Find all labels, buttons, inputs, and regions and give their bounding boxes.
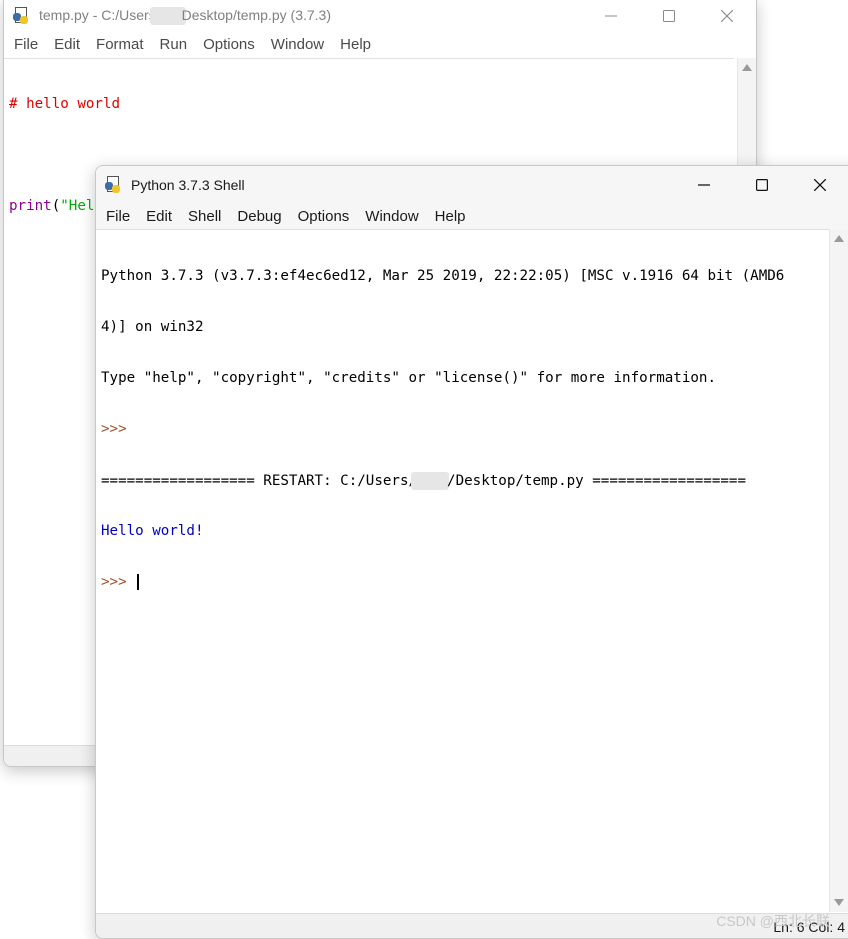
editor-menu-run[interactable]: Run: [152, 32, 196, 58]
shell-banner-line-3: Type "help", "copyright", "credits" or "…: [101, 370, 716, 386]
shell-prompt: >>>: [101, 574, 136, 590]
maximize-icon: [756, 179, 768, 191]
scroll-up-arrow-icon[interactable]: [742, 64, 752, 71]
code-comment: # hello world: [9, 96, 121, 112]
shell-text-area[interactable]: Python 3.7.3 (v3.7.3:ef4ec6ed12, Mar 25 …: [96, 229, 829, 912]
shell-menu-debug[interactable]: Debug: [229, 204, 289, 230]
editor-menu-window[interactable]: Window: [263, 32, 332, 58]
editor-close-button[interactable]: [698, 0, 756, 32]
minimize-icon: [605, 15, 617, 17]
editor-titlebar[interactable]: temp.py - C:/Users/xxxxDesktop/temp.py (…: [4, 0, 756, 32]
code-line-1: # hello world: [9, 96, 734, 113]
shell-menu-window[interactable]: Window: [357, 204, 426, 230]
shell-menu-options[interactable]: Options: [290, 204, 358, 230]
restart-prefix: ================== RESTART: C:/Users/: [101, 473, 418, 489]
scroll-up-arrow-icon[interactable]: [834, 235, 844, 242]
editor-minimize-button[interactable]: [582, 0, 640, 32]
shell-titlebar[interactable]: Python 3.7.3 Shell: [96, 166, 848, 204]
restart-suffix: /Desktop/temp.py ==================: [447, 473, 747, 489]
code-builtin-print: print: [9, 198, 52, 214]
close-icon: [721, 10, 733, 22]
shell-minimize-button[interactable]: [675, 166, 733, 204]
shell-menu-file[interactable]: File: [98, 204, 138, 230]
shell-menu-help[interactable]: Help: [427, 204, 474, 230]
shell-close-button[interactable]: [791, 166, 848, 204]
code-open-paren: (: [51, 198, 61, 214]
python-idle-icon: [13, 7, 31, 25]
shell-banner-line-1: Python 3.7.3 (v3.7.3:ef4ec6ed12, Mar 25 …: [101, 268, 785, 284]
shell-maximize-button[interactable]: [733, 166, 791, 204]
editor-menu-options[interactable]: Options: [195, 32, 263, 58]
shell-menu-edit[interactable]: Edit: [138, 204, 180, 230]
editor-menu-help[interactable]: Help: [332, 32, 379, 58]
shell-title: Python 3.7.3 Shell: [131, 177, 245, 193]
scroll-down-arrow-icon[interactable]: [834, 899, 844, 906]
editor-title-prefix: temp.py - C:/Users/: [39, 6, 160, 23]
redacted-username: xxxx: [411, 472, 450, 490]
editor-title: temp.py - C:/Users/xxxxDesktop/temp.py (…: [39, 6, 331, 26]
shell-menubar: File Edit Shell Debug Options Window Help: [96, 204, 848, 229]
shell-prompt-line-1: >>>: [101, 421, 127, 437]
text-cursor: [137, 574, 140, 590]
watermark: CSDN @西北长联: [716, 913, 830, 929]
shell-menu-shell[interactable]: Shell: [180, 204, 229, 230]
editor-maximize-button[interactable]: [640, 0, 698, 32]
editor-menubar: File Edit Format Run Options Window Help: [4, 32, 756, 58]
shell-restart-line: ================== RESTART: C:/Users/xxx…: [101, 472, 829, 490]
close-icon: [814, 179, 826, 191]
editor-menu-format[interactable]: Format: [88, 32, 152, 58]
shell-window[interactable]: Python 3.7.3 Shell File Edit Shell Debug Opt…: [95, 165, 848, 939]
shell-vertical-scrollbar[interactable]: [829, 229, 848, 912]
editor-menu-file[interactable]: File: [6, 32, 46, 58]
shell-prompt-line-2[interactable]: >>>: [101, 574, 829, 591]
shell-banner-line-2: 4)] on win32: [101, 319, 204, 335]
redacted-username: xxxx: [149, 7, 186, 26]
editor-menu-edit[interactable]: Edit: [46, 32, 88, 58]
maximize-icon: [663, 10, 675, 22]
python-idle-icon: [105, 176, 123, 194]
shell-output-line: Hello world!: [101, 523, 204, 539]
editor-title-suffix: Desktop/temp.py (3.7.3): [181, 6, 331, 23]
minimize-icon: [698, 184, 710, 186]
